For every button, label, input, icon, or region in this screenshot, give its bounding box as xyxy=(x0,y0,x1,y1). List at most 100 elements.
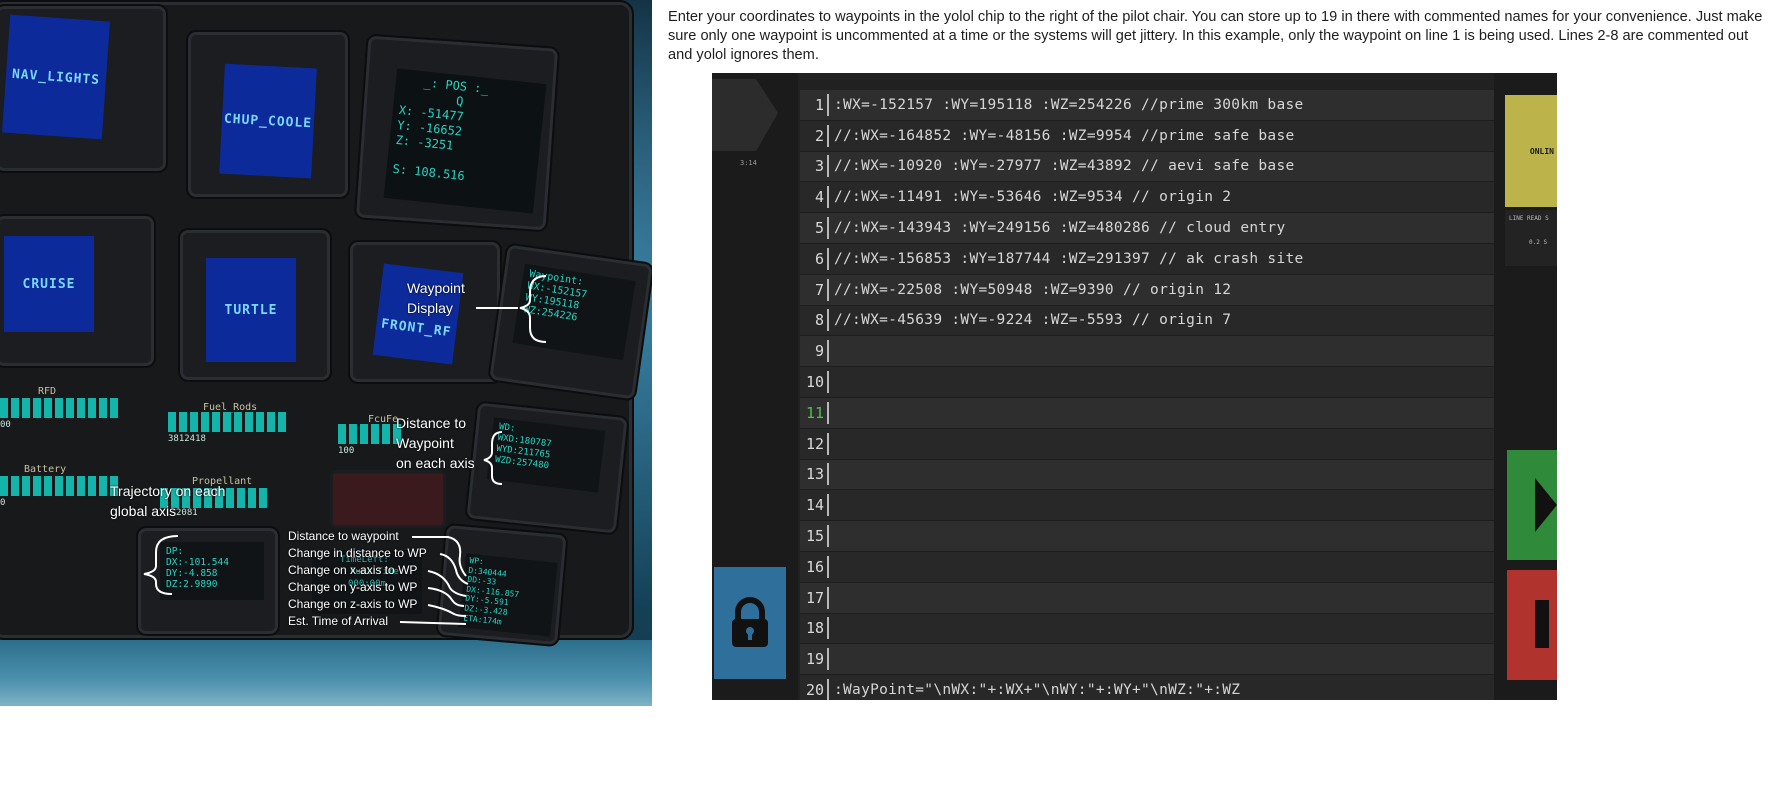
annotation-line: Waypoint xyxy=(396,435,454,451)
hex-decoration-icon xyxy=(712,79,778,151)
line-read-speed: LINE READ S 0.2 S xyxy=(1505,210,1557,266)
annotation-line: Waypoint xyxy=(407,280,465,296)
line-number: 19 xyxy=(805,650,824,669)
line-separator xyxy=(827,155,829,178)
code-line[interactable]: 6 //:WX=-156853 :WY=187744 :WZ=291397 // … xyxy=(800,243,1494,275)
legend-line-3 xyxy=(427,570,467,597)
line-number: 4 xyxy=(814,188,824,207)
play-icon xyxy=(1535,478,1557,532)
line-number: 8 xyxy=(814,311,824,330)
line-separator xyxy=(827,124,829,147)
online-button[interactable]: ONLIN xyxy=(1505,95,1557,207)
line-separator xyxy=(827,586,829,609)
code-line[interactable]: 7 //:WX=-22508 :WY=50948 :WZ=9390 // orig… xyxy=(800,274,1494,306)
line-code[interactable]: :WX=-152157 :WY=195118 :WZ=254226 //prim… xyxy=(834,97,1304,113)
legend-item: Change in distance to WP xyxy=(288,546,427,560)
legend-item: Change on x-axis to WP xyxy=(288,563,418,577)
annotation-line: on each axis xyxy=(396,455,475,471)
waypoint-bracket xyxy=(519,275,547,343)
line-separator xyxy=(827,340,829,363)
code-line[interactable]: 15 xyxy=(800,521,1494,552)
line-separator xyxy=(827,278,829,301)
legend-line-4 xyxy=(427,587,465,607)
waypoint-display-annotation: Waypoint Display xyxy=(407,278,465,318)
line-number: 6 xyxy=(814,249,824,268)
code-line[interactable]: 1 :WX=-152157 :WY=195118 :WZ=254226 //pri… xyxy=(800,90,1494,121)
trajectory-annotation: Trajectory on each global axis xyxy=(110,481,225,521)
line-number: 9 xyxy=(814,342,824,361)
code-line[interactable]: 20 :WayPoint="\nWX:"+:WX+"\nWY:"+:WY+"\nW… xyxy=(800,675,1494,700)
wd-bracket xyxy=(483,431,503,485)
line-code[interactable]: //:WX=-22508 :WY=50948 :WZ=9390 // origi… xyxy=(834,282,1231,298)
line-separator xyxy=(827,494,829,517)
line-separator xyxy=(827,648,829,671)
annotation-line: global axis xyxy=(110,503,177,519)
annotation-line: Trajectory on each xyxy=(110,483,226,499)
code-line[interactable]: 8 //:WX=-45639 :WY=-9224 :WZ=-5593 // ori… xyxy=(800,305,1494,337)
code-line[interactable]: 13 xyxy=(800,459,1494,491)
line-separator xyxy=(827,371,829,394)
trajectory-bracket xyxy=(143,535,179,595)
code-line[interactable]: 19 xyxy=(800,644,1494,676)
code-line[interactable]: 17 xyxy=(800,582,1494,614)
line-separator xyxy=(827,186,829,209)
line-number: 16 xyxy=(805,557,824,576)
stop-button[interactable] xyxy=(1507,570,1557,680)
line-code[interactable]: //:WX=-45639 :WY=-9224 :WZ=-5593 // orig… xyxy=(834,312,1231,328)
line-code[interactable]: //:WX=-164852 :WY=-48156 :WZ=9954 //prim… xyxy=(834,128,1295,144)
side-label: 3:14 xyxy=(740,159,757,167)
code-line[interactable]: 9 xyxy=(800,336,1494,368)
code-line[interactable]: 14 xyxy=(800,490,1494,522)
line-separator xyxy=(827,617,829,640)
line-code[interactable]: //:WX=-143943 :WY=249156 :WZ=480286 // c… xyxy=(834,220,1286,236)
line-separator xyxy=(827,93,829,116)
line-number: 14 xyxy=(805,496,824,515)
line-separator xyxy=(827,432,829,455)
line-read-label: LINE READ S xyxy=(1509,215,1549,222)
code-line[interactable]: 3 //:WX=-10920 :WY=-27977 :WZ=43892 // ae… xyxy=(800,151,1494,183)
line-number: 18 xyxy=(805,619,824,638)
legend-item: Change on z-axis to WP xyxy=(288,597,418,611)
line-code[interactable]: //:WX=-10920 :WY=-27977 :WZ=43892 // aev… xyxy=(834,158,1295,174)
line-separator xyxy=(827,247,829,270)
code-line[interactable]: 11 xyxy=(800,397,1494,429)
line-separator xyxy=(827,463,829,486)
line-separator xyxy=(827,401,829,424)
pause-icon xyxy=(1535,600,1549,648)
legend-item: Change on y-axis to WP xyxy=(288,580,418,594)
instructions-text: Enter your coordinates to waypoints in t… xyxy=(668,9,1763,63)
line-number: 7 xyxy=(814,280,824,299)
annotation-line: Display xyxy=(407,300,453,316)
line-number: 12 xyxy=(805,434,824,453)
code-line[interactable]: 5 //:WX=-143943 :WY=249156 :WZ=480286 // … xyxy=(800,213,1494,244)
legend-item: Distance to waypoint xyxy=(288,529,399,543)
line-number: 3 xyxy=(814,157,824,176)
line-code[interactable]: //:WX=-156853 :WY=187744 :WZ=291397 // a… xyxy=(834,251,1304,267)
code-line[interactable]: 12 xyxy=(800,428,1494,460)
line-number: 20 xyxy=(805,681,824,700)
line-separator xyxy=(827,679,829,700)
run-button[interactable] xyxy=(1507,450,1557,560)
line-number: 1 xyxy=(814,95,824,114)
code-line[interactable]: 4 //:WX=-11491 :WY=-53646 :WZ=9534 // ori… xyxy=(800,182,1494,214)
line-separator xyxy=(827,309,829,332)
line-code[interactable]: //:WX=-11491 :WY=-53646 :WZ=9534 // orig… xyxy=(834,189,1231,205)
yolol-chip-editor: 3:14 1 :WX=-152157 :WY=195118 :WZ=254226 … xyxy=(712,73,1557,700)
lock-icon xyxy=(732,597,768,647)
line-number: 5 xyxy=(814,219,824,238)
line-separator xyxy=(827,555,829,578)
line-number: 13 xyxy=(805,465,824,484)
line-number: 2 xyxy=(814,126,824,145)
code-lines: 1 :WX=-152157 :WY=195118 :WZ=254226 //pri… xyxy=(800,90,1494,700)
code-line[interactable]: 2 //:WX=-164852 :WY=-48156 :WZ=9954 //pri… xyxy=(800,120,1494,152)
line-separator xyxy=(827,525,829,548)
line-separator xyxy=(827,217,829,240)
line-code[interactable]: :WayPoint="\nWX:"+:WX+"\nWY:"+:WY+"\nWZ:… xyxy=(834,682,1240,698)
code-line[interactable]: 16 xyxy=(800,551,1494,583)
distance-axis-annotation: Distance to Waypoint on each axis xyxy=(396,413,475,473)
code-line[interactable]: 10 xyxy=(800,367,1494,398)
line-number: 17 xyxy=(805,588,824,607)
annotation-line: Distance to xyxy=(396,415,467,431)
lock-button[interactable] xyxy=(714,567,786,679)
code-line[interactable]: 18 xyxy=(800,613,1494,645)
